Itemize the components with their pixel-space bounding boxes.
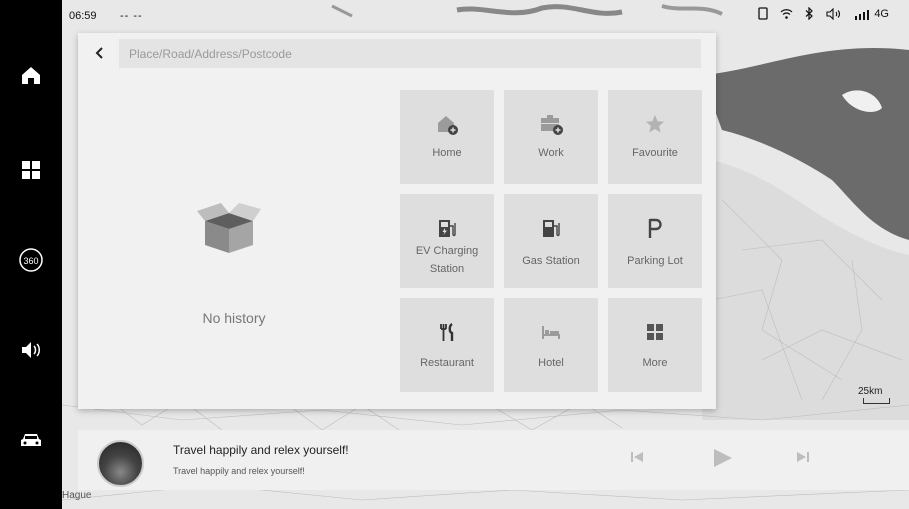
bluetooth-icon bbox=[805, 7, 814, 20]
search-panel: No history Home bbox=[78, 33, 716, 409]
map-place-label: Hague bbox=[62, 490, 92, 501]
search-row bbox=[78, 33, 716, 73]
category-restaurant-label: Restaurant bbox=[420, 357, 474, 369]
parking-icon bbox=[643, 216, 667, 240]
wifi-icon bbox=[780, 8, 793, 19]
grid-icon bbox=[22, 161, 40, 179]
category-ev-charging[interactable]: EV Charging Station bbox=[400, 194, 494, 288]
briefcase-add-icon bbox=[539, 112, 563, 136]
signal-icon bbox=[855, 9, 870, 20]
next-button[interactable] bbox=[796, 450, 810, 469]
phone-icon bbox=[758, 7, 768, 20]
status-icons: 4G bbox=[758, 7, 889, 20]
category-hotel-label: Hotel bbox=[538, 357, 564, 369]
back-button[interactable] bbox=[88, 41, 112, 65]
album-cover[interactable] bbox=[97, 440, 144, 487]
media-bar: Travel happily and relex yourself! Trave… bbox=[78, 430, 909, 490]
category-parking[interactable]: Parking Lot bbox=[608, 194, 702, 288]
speaker-icon bbox=[22, 342, 40, 358]
previous-button[interactable] bbox=[630, 450, 644, 469]
category-work[interactable]: Work bbox=[504, 90, 598, 184]
volume-status-icon bbox=[826, 7, 841, 20]
car-icon bbox=[21, 434, 41, 446]
category-more[interactable]: More bbox=[608, 298, 702, 392]
360-icon: 360 bbox=[19, 248, 43, 272]
search-input[interactable] bbox=[119, 39, 701, 68]
grid-icon bbox=[643, 320, 667, 344]
clock: 06:59 bbox=[69, 10, 97, 22]
chevron-left-icon bbox=[95, 47, 103, 59]
dock-car-button[interactable] bbox=[0, 415, 62, 465]
category-parking-label: Parking Lot bbox=[627, 255, 683, 267]
category-ev-charging-label: EV Charging Station bbox=[415, 245, 479, 275]
screen: 360 06:59 -- -- 4G Place/Road/Address/Po… bbox=[0, 0, 909, 509]
map-scale-label: 25km bbox=[858, 386, 883, 397]
dock-360-button[interactable]: 360 bbox=[0, 235, 62, 285]
empty-box-icon bbox=[197, 203, 261, 253]
dock-home-button[interactable] bbox=[0, 50, 62, 100]
ev-charger-icon bbox=[435, 216, 459, 240]
category-gas-station-label: Gas Station bbox=[522, 255, 580, 267]
category-more-label: More bbox=[642, 357, 668, 369]
play-icon bbox=[714, 449, 732, 467]
home-icon bbox=[22, 67, 40, 84]
skip-next-icon bbox=[797, 452, 809, 462]
dock-360-label: 360 bbox=[23, 256, 38, 266]
category-favourite[interactable]: Favourite bbox=[608, 90, 702, 184]
map-scale-bar bbox=[863, 398, 890, 404]
category-restaurant[interactable]: Restaurant bbox=[400, 298, 494, 392]
status-placeholder: -- -- bbox=[120, 10, 143, 22]
home-add-icon bbox=[435, 112, 459, 136]
category-favourite-label: Favourite bbox=[632, 147, 678, 159]
play-button[interactable] bbox=[712, 447, 734, 474]
gas-pump-icon bbox=[539, 216, 563, 240]
side-dock: 360 bbox=[0, 0, 62, 509]
track-title: Travel happily and relex yourself! bbox=[173, 443, 349, 457]
bed-icon bbox=[539, 320, 563, 344]
category-hotel[interactable]: Hotel bbox=[504, 298, 598, 392]
skip-previous-icon bbox=[631, 452, 643, 462]
no-history-text: No history bbox=[202, 310, 266, 326]
status-bar: 06:59 -- -- 4G bbox=[62, 0, 909, 30]
dock-volume-button[interactable] bbox=[0, 325, 62, 375]
signal-indicator: 4G bbox=[854, 8, 889, 20]
star-icon bbox=[643, 112, 667, 136]
category-work-label: Work bbox=[538, 147, 564, 159]
dock-apps-button[interactable] bbox=[0, 145, 62, 195]
category-home-label: Home bbox=[432, 147, 462, 159]
category-home[interactable]: Home bbox=[400, 90, 494, 184]
track-subtitle: Travel happily and relex yourself! bbox=[173, 466, 305, 476]
network-type: 4G bbox=[874, 7, 889, 20]
fork-knife-icon bbox=[435, 320, 459, 344]
history-area: No history bbox=[78, 73, 396, 409]
category-gas-station[interactable]: Gas Station bbox=[504, 194, 598, 288]
